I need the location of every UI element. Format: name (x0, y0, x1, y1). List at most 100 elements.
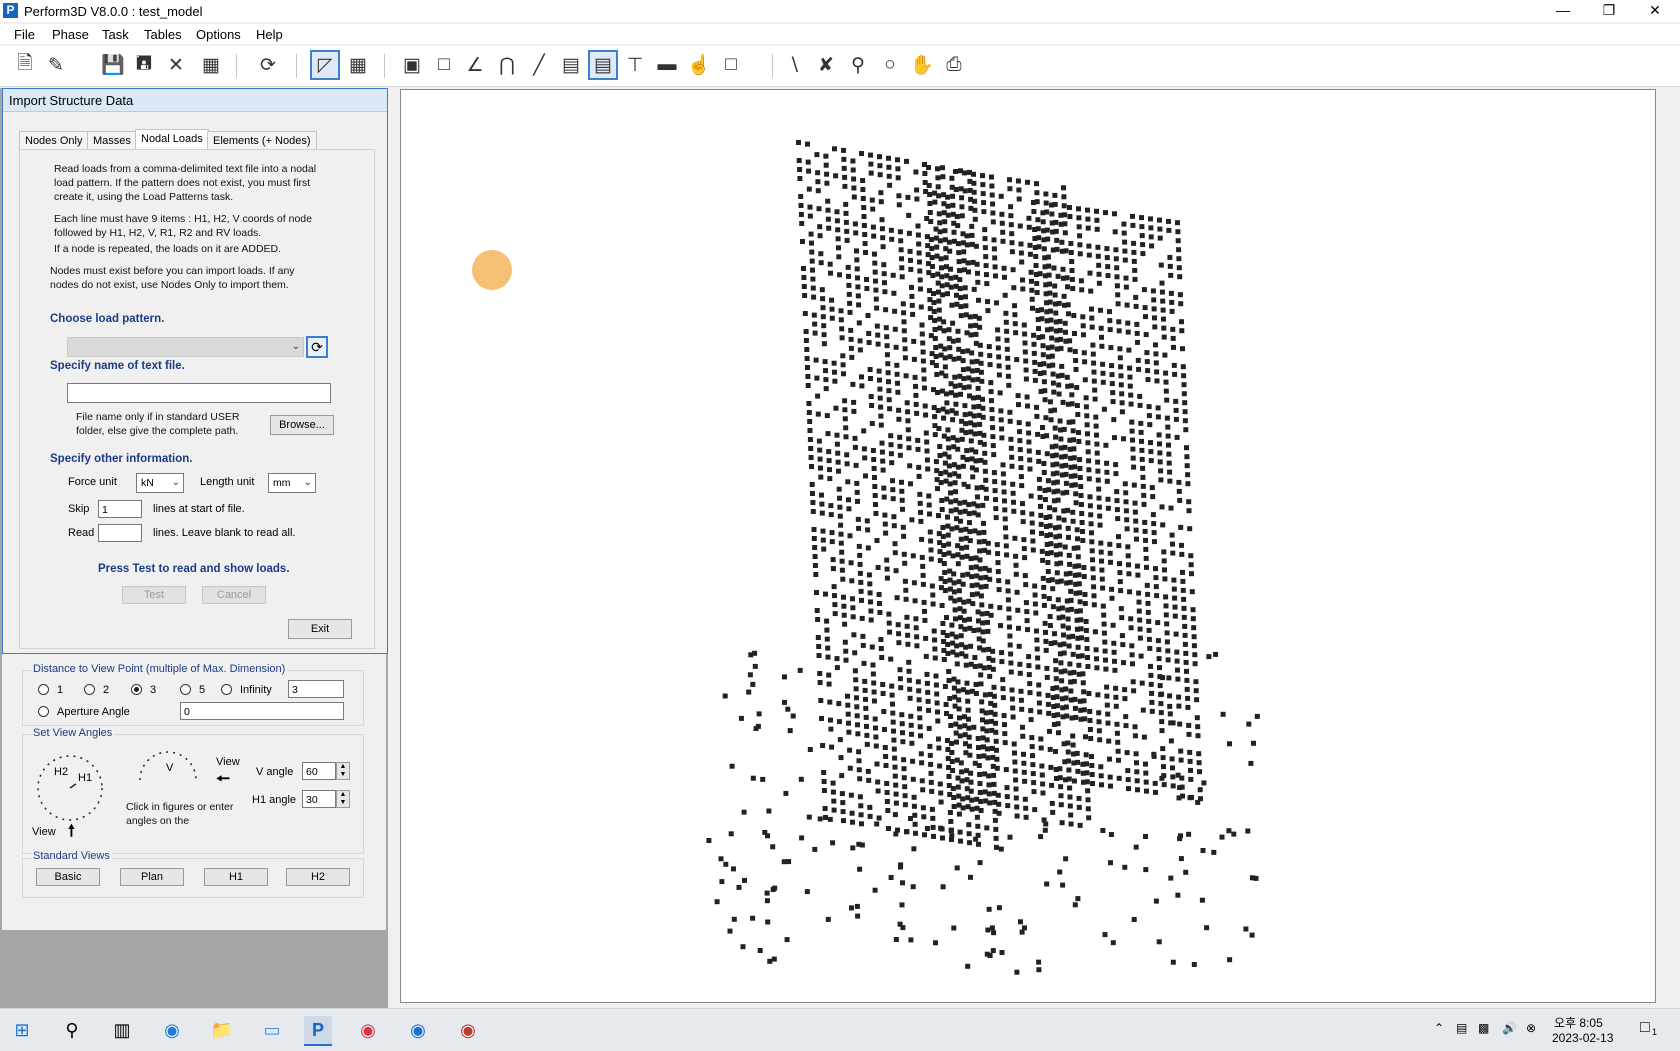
v-angle-field[interactable]: 60 (302, 762, 336, 780)
windows-start-icon[interactable]: ⊞ (8, 1016, 36, 1044)
chevron-down-icon: ⌄ (171, 477, 180, 488)
tab-nodal-loads[interactable]: Nodal Loads (135, 129, 209, 151)
force-unit-select[interactable]: kN ⌄ (136, 473, 184, 493)
pick-icon[interactable]: ✘ (813, 52, 839, 78)
test-button[interactable]: Test (122, 586, 186, 604)
new-file-icon[interactable]: 🗎 (12, 52, 38, 78)
read-label: Read (68, 527, 95, 539)
aperture-value-field[interactable]: 0 (180, 702, 344, 720)
clock-date[interactable]: 2023-02-13 (1552, 1031, 1613, 1045)
menu-options[interactable]: Options (196, 27, 241, 42)
brace-icon[interactable]: ╱ (526, 52, 552, 78)
remote-app-icon[interactable]: ◉ (404, 1016, 432, 1044)
distance-value-field[interactable]: 3 (288, 680, 344, 698)
h1-angle-field[interactable]: 30 (302, 790, 336, 808)
table-icon[interactable]: ▦ (198, 52, 224, 78)
slash-box-icon[interactable]: □ (718, 52, 744, 78)
aperture-radio[interactable] (38, 706, 49, 717)
distance-radio-1[interactable] (38, 684, 49, 695)
save-as-icon[interactable]: 🖪 (131, 52, 157, 78)
paint-app-icon[interactable]: ▥ (108, 1016, 136, 1044)
perform3d-taskbar-icon[interactable]: P (304, 1016, 332, 1046)
tray-security-icon[interactable]: ▤ (1456, 1021, 1467, 1035)
camera-app-icon[interactable]: ◉ (354, 1016, 382, 1044)
refresh-icon[interactable]: ⟳ (255, 52, 281, 78)
delete-icon[interactable]: ✕ (163, 52, 189, 78)
nodes-icon[interactable]: ▣ (399, 52, 425, 78)
length-unit-select[interactable]: mm ⌄ (268, 473, 316, 493)
basic-view-button[interactable]: Basic (36, 868, 100, 886)
plan-view-button[interactable]: Plan (120, 868, 184, 886)
distance-radio-infinity[interactable] (221, 684, 232, 695)
arrow-left-icon: 🠔 (216, 771, 231, 788)
pan-icon[interactable]: ✋ (909, 52, 935, 78)
zoom-icon[interactable]: ⚲ (845, 52, 871, 78)
h1-angle-spinner[interactable]: ▲ ▼ (336, 790, 350, 808)
column-icon[interactable]: ⊤ (622, 52, 648, 78)
read-field[interactable] (98, 524, 142, 542)
window-title: Perform3D V8.0.0 : test_model (24, 4, 203, 19)
dialog-title: Import Structure Data (9, 93, 134, 108)
v-angle-spinner[interactable]: ▲ ▼ (336, 762, 350, 780)
clock-time[interactable]: 오후 8:05 (1554, 1014, 1603, 1031)
print-icon[interactable]: ⎙ (941, 52, 967, 78)
node-select-icon[interactable]: □ (431, 52, 457, 78)
app-icon: P (3, 3, 18, 18)
file-name-field[interactable] (67, 383, 331, 403)
arrow-up-icon: 🠕 (68, 823, 75, 840)
tab-masses[interactable]: Masses (87, 131, 137, 150)
menu-file[interactable]: File (14, 27, 35, 42)
menu-phase[interactable]: Phase (52, 27, 89, 42)
skip-field[interactable]: 1 (98, 500, 142, 518)
open-file-icon[interactable]: ✎ (43, 52, 69, 78)
browse-button[interactable]: Browse... (270, 415, 334, 435)
choose-pattern-heading: Choose load pattern. (50, 313, 165, 325)
distance-radio-5[interactable] (180, 684, 191, 695)
h2-dial-label: H2 (54, 766, 69, 778)
close-button[interactable]: ✕ (1632, 0, 1678, 22)
ime-icon[interactable]: ⊗ (1526, 1021, 1536, 1035)
read-suffix: lines. Leave blank to read all. (153, 527, 296, 539)
distance-title: Distance to View Point (multiple of Max.… (31, 663, 288, 675)
distance-radio-2[interactable] (84, 684, 95, 695)
h1-view-button[interactable]: H1 (204, 868, 268, 886)
distance-radio-3[interactable] (131, 684, 142, 695)
zoom-out-icon[interactable]: ○ (877, 52, 903, 78)
h2-view-button[interactable]: H2 (286, 868, 350, 886)
beam-icon[interactable]: ▤ (558, 52, 584, 78)
approve-icon[interactable]: ☝ (686, 52, 712, 78)
import-icon[interactable]: ▤ (588, 50, 618, 80)
file-explorer-icon[interactable]: 📁 (208, 1016, 236, 1044)
restore-button[interactable]: ❐ (1586, 0, 1632, 22)
menu-help[interactable]: Help (256, 27, 283, 42)
tray-chevron-up-icon[interactable]: ⌃ (1434, 1021, 1444, 1035)
network-icon[interactable]: ▩ (1478, 1021, 1489, 1035)
frame-icon[interactable]: ⋂ (494, 52, 520, 78)
structure-icon[interactable]: ◸ (310, 50, 340, 80)
analysis-icon[interactable]: ▦ (345, 52, 371, 78)
refresh-pattern-button[interactable]: ⟳ (306, 336, 328, 358)
exit-button[interactable]: Exit (288, 619, 352, 639)
edge-browser-icon[interactable]: ◉ (158, 1016, 186, 1044)
load-pattern-select[interactable]: ⌄ (67, 337, 304, 357)
measure-icon[interactable]: ∖ (781, 52, 807, 78)
curve-icon[interactable]: ∠ (462, 52, 488, 78)
drawing-app-icon[interactable]: ◉ (454, 1016, 482, 1044)
tab-elements[interactable]: Elements (+ Nodes) (207, 131, 317, 150)
tab-nodes-only[interactable]: Nodes Only (19, 131, 89, 150)
model-viewport[interactable] (400, 89, 1656, 1003)
menu-tables[interactable]: Tables (144, 27, 182, 42)
wall-icon[interactable]: ▬ (654, 52, 680, 78)
save-icon[interactable]: 💾 (100, 52, 126, 78)
search-icon[interactable]: ⚲ (58, 1016, 86, 1044)
volume-icon[interactable]: 🔊 (1502, 1021, 1517, 1035)
notes-app-icon[interactable]: ▭ (258, 1016, 286, 1044)
dialog-title-bar: Import Structure Data (3, 89, 387, 112)
menu-task[interactable]: Task (102, 27, 129, 42)
file-hint: File name only if in standard USER folde… (76, 411, 240, 437)
intro-text-2: Each line must have 9 items : H1, H2, V … (54, 213, 312, 239)
notification-icon[interactable]: □ (1640, 1019, 1650, 1037)
minimize-button[interactable]: — (1540, 0, 1586, 22)
cancel-button[interactable]: Cancel (202, 586, 266, 604)
plan-angle-dial[interactable] (32, 750, 112, 830)
